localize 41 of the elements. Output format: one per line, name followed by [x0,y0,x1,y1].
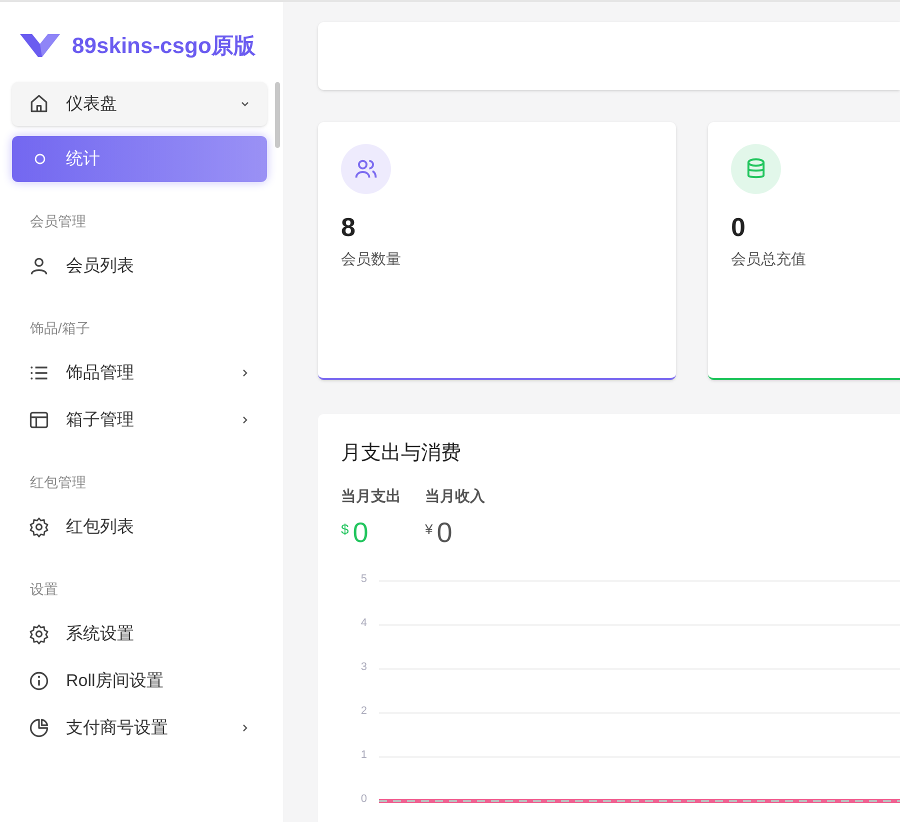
nav-item[interactable]: 红包列表 [12,503,267,550]
y-tick-label: 5 [360,572,367,584]
y-tick-label: 0 [360,792,367,804]
y-tick-label: 3 [360,660,367,672]
home-icon [28,93,50,115]
stat-value: 8 [341,211,356,244]
summary-amount: 0 [352,516,368,550]
nav-item[interactable]: Roll房间设置 [12,657,267,704]
nav-group-item[interactable]: 仪表盘 [12,82,267,126]
stat-label: 会员数量 [341,250,402,270]
nav-item[interactable]: 支付商号设置 [12,704,267,751]
circle-icon [34,153,46,165]
brand-title: 89skins-csgo原版 [72,32,256,60]
y-tick-label: 2 [360,704,367,716]
summary-label: 当月收入 [425,487,485,507]
nav-item[interactable]: 会员列表 [12,242,267,289]
y-tick-label: 1 [360,748,367,760]
summary-label: 当月支出 [341,487,401,507]
settings-icon [28,622,50,644]
stat-label: 会员总充值 [731,250,807,270]
users-icon [341,144,391,194]
pie-chart-icon [28,716,50,738]
stat-value: 0 [731,211,746,244]
info-icon [28,670,50,692]
scrollbar [275,82,280,148]
y-tick-label: 4 [360,616,367,628]
section-heading: 设置 [29,580,59,598]
currency-symbol: $ [341,520,349,538]
nav-item[interactable]: 箱子管理 [12,396,267,443]
settings-icon [28,516,50,538]
nav-item[interactable]: 饰品管理 [12,349,267,396]
logo-icon [20,32,60,58]
currency-symbol: ¥ [425,520,433,538]
card-title: 月支出与消费 [341,441,462,466]
nav-item[interactable]: 系统设置 [12,610,267,657]
section-heading: 红包管理 [29,472,87,492]
section-heading: 饰品/箱子 [29,318,91,338]
database-icon [731,144,781,194]
section-heading: 会员管理 [29,212,87,230]
nav-subitem[interactable]: 统计 [12,136,267,182]
summary-amount: 0 [436,516,452,550]
